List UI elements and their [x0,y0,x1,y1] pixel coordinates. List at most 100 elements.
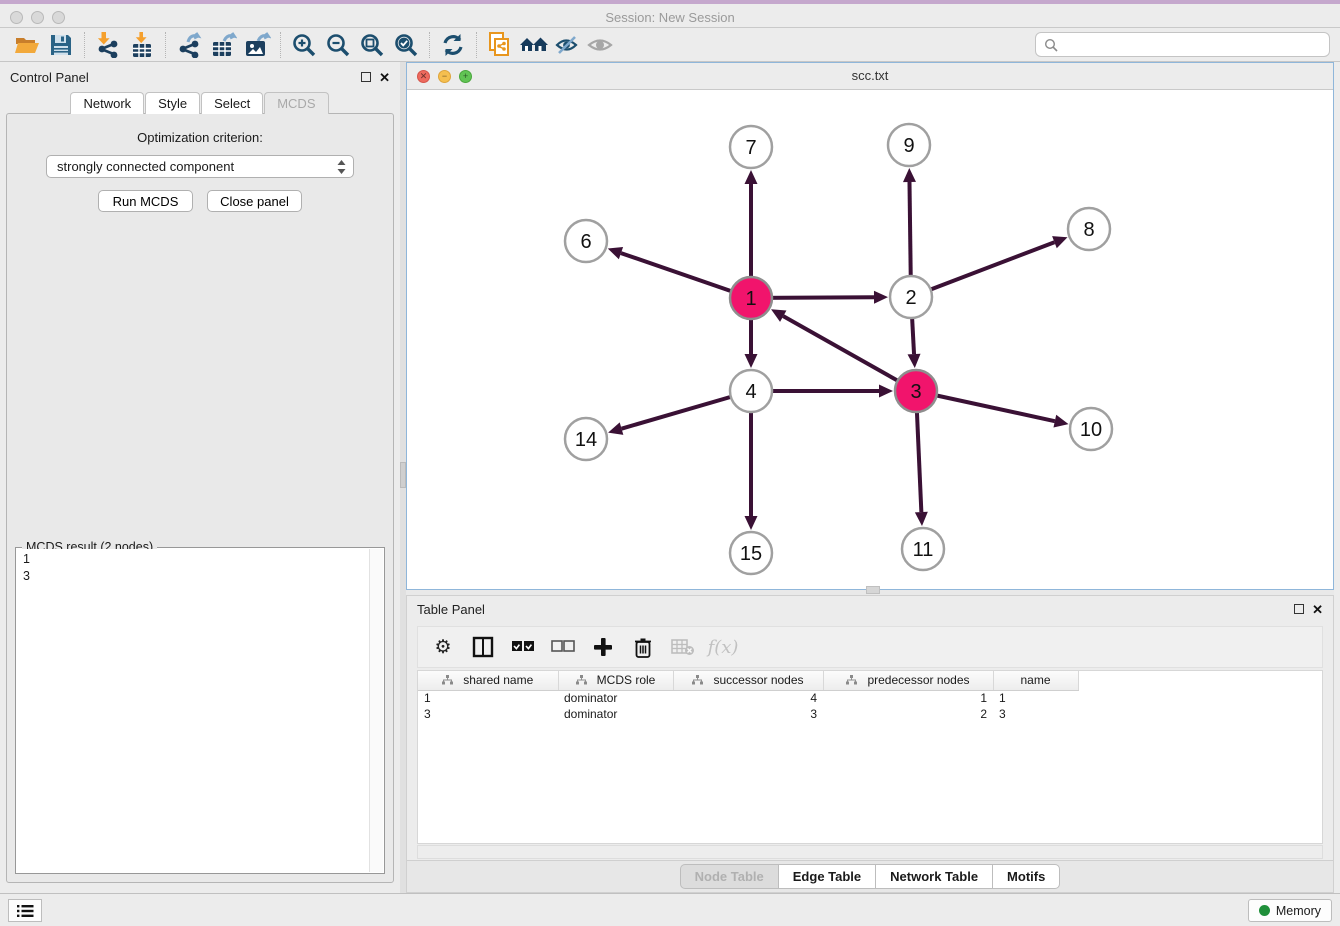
column-header-successor-nodes[interactable]: successor nodes [673,671,823,690]
float-table-panel-icon[interactable] [1294,604,1304,614]
show-columns-button[interactable] [468,632,498,662]
close-panel-icon[interactable]: ✕ [379,71,390,84]
delete-column-button[interactable] [628,632,658,662]
hide-selected-button[interactable] [551,30,585,60]
memory-button[interactable]: Memory [1248,899,1332,922]
tab-motifs[interactable]: Motifs [992,864,1060,889]
edge-2-8[interactable] [911,242,1054,297]
export-table-button[interactable] [206,30,240,60]
sort-hierarchy-icon [442,675,453,685]
tab-mcds[interactable]: MCDS [264,92,328,114]
splitter-grip[interactable] [866,586,880,594]
tab-node-table[interactable]: Node Table [680,864,778,889]
tab-network-table[interactable]: Network Table [875,864,992,889]
cell-successor-nodes[interactable]: 3 [673,706,823,722]
graph-node-11[interactable]: 11 [902,528,944,570]
save-session-button[interactable] [44,30,78,60]
zoom-in-icon [291,32,317,58]
arrowhead-2-3 [908,354,921,368]
table-settings-button[interactable]: ⚙ [428,632,458,662]
list-icon [16,904,34,918]
create-column-button[interactable] [588,632,618,662]
tab-edge-table[interactable]: Edge Table [778,864,875,889]
zoom-out-button[interactable] [321,30,355,60]
cell-predecessor-nodes[interactable]: 1 [823,690,993,706]
cell-name[interactable]: 1 [993,690,1078,706]
graph-node-2[interactable]: 2 [890,276,932,318]
open-session-button[interactable] [10,30,44,60]
cell-shared-name[interactable]: 1 [418,690,558,706]
criterion-dropdown[interactable]: strongly connected component [46,155,354,178]
cell-MCDS-role[interactable]: dominator [558,706,673,722]
export-image-button[interactable] [240,30,274,60]
graph-node-7[interactable]: 7 [730,126,772,168]
plus-icon [593,637,613,657]
export-table-icon [210,32,237,58]
import-network-button[interactable] [91,30,125,60]
run-mcds-button[interactable]: Run MCDS [98,190,193,212]
column-header-name[interactable]: name [993,671,1078,690]
graph-node-9[interactable]: 9 [888,124,930,166]
svg-text:2: 2 [905,287,916,309]
graph-node-6[interactable]: 6 [565,220,607,262]
control-panel-title: Control Panel [10,70,89,85]
close-table-panel-icon[interactable]: ✕ [1312,603,1323,616]
column-header-MCDS-role[interactable]: MCDS role [558,671,673,690]
graph-node-14[interactable]: 14 [565,418,607,460]
mcds-result-scrollbar[interactable] [369,549,383,872]
zoom-fit-button[interactable] [355,30,389,60]
zoom-selected-button[interactable] [389,30,423,60]
open-folder-icon [14,33,41,57]
first-neighbors-button[interactable] [517,30,551,60]
delete-table-icon [671,638,695,656]
network-canvas[interactable]: 7 9 6 8 1 2 4 3 14 10 15 11 [407,91,1333,589]
mcds-panel-body: Optimization criterion: strongly connect… [6,113,394,883]
mcds-result-text[interactable]: 1 3 [17,549,368,872]
refresh-icon [440,32,466,58]
cell-shared-name[interactable]: 3 [418,706,558,722]
close-panel-button[interactable]: Close panel [207,190,302,212]
toolbar-separator [84,32,85,58]
network-window-titlebar[interactable]: ✕ − + scc.txt [407,63,1333,90]
graph-node-15[interactable]: 15 [730,532,772,574]
table-row[interactable]: 3dominator323 [418,706,1078,722]
network-graph[interactable]: 7 9 6 8 1 2 4 3 14 10 15 11 [407,91,1333,589]
export-network-button[interactable] [172,30,206,60]
import-table-button[interactable] [125,30,159,60]
task-history-button[interactable] [8,899,42,922]
function-builder-button[interactable]: f(x) [708,632,738,662]
column-header-shared-name[interactable]: shared name [418,671,558,690]
tab-select[interactable]: Select [201,92,263,114]
tab-network[interactable]: Network [70,92,144,114]
table-scrollbar[interactable] [417,845,1323,859]
graph-node-10[interactable]: 10 [1070,408,1112,450]
graph-node-1[interactable]: 1 [730,277,772,319]
column-header-predecessor-nodes[interactable]: predecessor nodes [823,671,993,690]
import-network-icon [95,32,121,58]
graph-node-3[interactable]: 3 [895,370,937,412]
toolbar-separator [165,32,166,58]
table-row[interactable]: 1dominator411 [418,690,1078,706]
search-input[interactable] [1064,38,1321,52]
zoom-in-button[interactable] [287,30,321,60]
node-table-area[interactable]: shared nameMCDS rolesuccessor nodesprede… [417,670,1323,844]
float-panel-icon[interactable] [361,72,371,82]
search-field[interactable] [1035,32,1330,57]
arrowhead-1-7 [745,170,758,184]
select-all-rows-button[interactable] [508,632,538,662]
show-all-button[interactable] [585,30,615,60]
delete-table-button[interactable] [668,632,698,662]
new-network-from-selection-button[interactable] [483,30,517,60]
cell-predecessor-nodes[interactable]: 2 [823,706,993,722]
tab-style[interactable]: Style [145,92,200,114]
graph-node-4[interactable]: 4 [730,370,772,412]
table-panel: Table Panel ✕ ⚙ [406,595,1334,893]
cell-successor-nodes[interactable]: 4 [673,690,823,706]
edge-3-1[interactable] [783,316,916,391]
deselect-all-rows-button[interactable] [548,632,578,662]
graph-node-8[interactable]: 8 [1068,208,1110,250]
node-table[interactable]: shared nameMCDS rolesuccessor nodesprede… [418,671,1079,722]
apply-layout-button[interactable] [436,30,470,60]
cell-name[interactable]: 3 [993,706,1078,722]
cell-MCDS-role[interactable]: dominator [558,690,673,706]
